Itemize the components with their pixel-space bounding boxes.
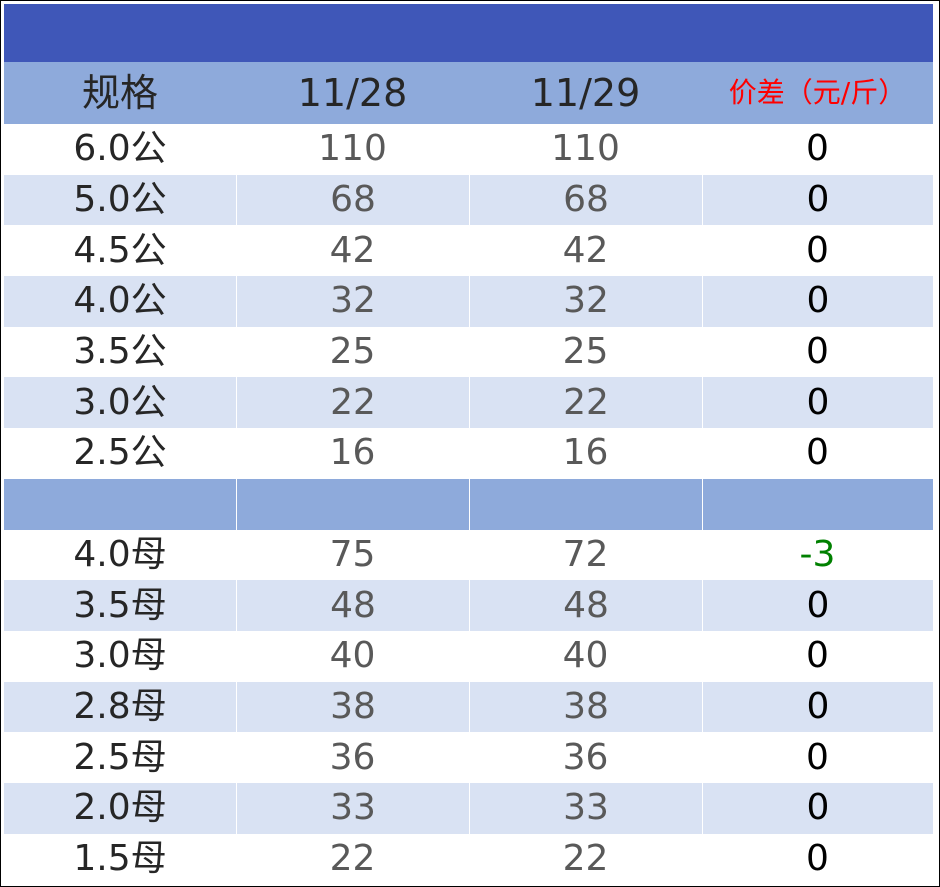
- spec-cell: 4.0公: [73, 280, 167, 322]
- spec-cell: 2.8母: [73, 685, 167, 727]
- spec-cell: 3.5公: [73, 331, 167, 373]
- price-date-1-cell: 75: [329, 533, 376, 575]
- table-row: 5.0公 68 68 0: [4, 174, 933, 226]
- table-row: 4.5公 42 42 0: [4, 225, 933, 276]
- spec-cell: 5.0公: [73, 179, 167, 221]
- price-date-1-cell: 36: [329, 736, 376, 778]
- table-header: 规格 11/28 11/29 价差（元/斤）: [4, 62, 933, 124]
- diff-cell: 0: [806, 837, 829, 879]
- price-date-2-cell: 40: [562, 635, 609, 677]
- spec-cell: 3.0公: [73, 381, 167, 423]
- divider-cell: [4, 479, 236, 530]
- header-spec: 规格: [81, 71, 158, 115]
- diff-cell: 0: [806, 635, 829, 677]
- price-date-1-cell: 38: [236, 681, 469, 733]
- price-date-1-cell: 40: [329, 635, 376, 677]
- divider-cell: [702, 478, 933, 530]
- table-row: 2.0母 33 33 0: [4, 782, 933, 834]
- spec-cell: 6.0公: [73, 128, 167, 170]
- price-date-2-cell: 68: [469, 174, 702, 226]
- diff-cell: 0: [702, 276, 933, 327]
- spec-cell: 2.5母: [73, 736, 167, 778]
- header-diff: 价差（元/斤）: [728, 76, 907, 109]
- diff-cell: 0: [806, 736, 829, 778]
- spec-cell: 4.0母: [73, 533, 167, 575]
- price-date-2-cell: 22: [562, 837, 609, 879]
- price-date-1-cell: 25: [329, 331, 376, 373]
- divider-cell: [469, 478, 702, 530]
- diff-cell: 0: [806, 432, 829, 474]
- table-row: 3.5母 48 48 0: [4, 580, 933, 631]
- table-row: 3.0母 40 40 0: [4, 631, 933, 682]
- price-date-1-cell: 110: [318, 128, 387, 170]
- price-date-1-cell: 22: [236, 377, 469, 429]
- spec-cell: 3.5母: [73, 584, 167, 626]
- diff-cell: 0: [702, 681, 933, 733]
- spec-cell: 2.0母: [73, 787, 167, 829]
- price-date-2-cell: 33: [469, 782, 702, 834]
- price-table: 规格 11/28 11/29 价差（元/斤） 6.0公 110 110 0 5.…: [4, 62, 933, 884]
- table-row: 2.8母 38 38 0: [4, 681, 933, 733]
- price-date-2-cell: 38: [469, 681, 702, 733]
- table-row: 2.5公 16 16 0: [4, 428, 933, 479]
- price-date-1-cell: 22: [329, 837, 376, 879]
- price-date-2-cell: 32: [469, 276, 702, 327]
- price-date-2-cell: 25: [562, 331, 609, 373]
- price-table-frame: 规格 11/28 11/29 价差（元/斤） 6.0公 110 110 0 5.…: [0, 0, 940, 887]
- section-divider-row: [4, 478, 933, 530]
- header-date-2: 11/29: [530, 71, 641, 115]
- spec-cell: 3.0母: [73, 635, 167, 677]
- diff-cell: 0: [806, 331, 829, 373]
- table-row: 1.5母 22 22 0: [4, 834, 933, 885]
- diff-cell-negative: -3: [799, 533, 836, 575]
- diff-cell: 0: [702, 580, 933, 631]
- title-bar: [4, 4, 933, 62]
- price-date-1-cell: 68: [236, 174, 469, 226]
- spec-cell: 1.5母: [73, 837, 167, 879]
- price-date-2-cell: 72: [562, 533, 609, 575]
- diff-cell: 0: [702, 174, 933, 226]
- price-date-2-cell: 22: [469, 377, 702, 429]
- diff-cell: 0: [806, 128, 829, 170]
- price-date-1-cell: 16: [329, 432, 376, 474]
- table-row: 2.5母 36 36 0: [4, 732, 933, 783]
- table-row: 6.0公 110 110 0: [4, 124, 933, 175]
- table-row: 3.5公 25 25 0: [4, 327, 933, 378]
- diff-cell: 0: [702, 782, 933, 834]
- price-date-1-cell: 42: [329, 229, 376, 271]
- diff-cell: 0: [806, 229, 829, 271]
- table-row: 4.0公 32 32 0: [4, 276, 933, 327]
- price-date-2-cell: 36: [562, 736, 609, 778]
- price-date-1-cell: 48: [236, 580, 469, 631]
- price-date-2-cell: 48: [469, 580, 702, 631]
- price-date-1-cell: 32: [236, 276, 469, 327]
- price-date-2-cell: 16: [562, 432, 609, 474]
- price-date-2-cell: 42: [562, 229, 609, 271]
- table-row: 4.0母 75 72 -3: [4, 530, 933, 581]
- table-row: 3.0公 22 22 0: [4, 377, 933, 429]
- spec-cell: 4.5公: [73, 229, 167, 271]
- header-date-1: 11/28: [297, 71, 408, 115]
- divider-cell: [236, 478, 469, 530]
- spec-cell: 2.5公: [73, 432, 167, 474]
- price-date-2-cell: 110: [551, 128, 620, 170]
- price-date-1-cell: 33: [236, 782, 469, 834]
- diff-cell: 0: [702, 377, 933, 429]
